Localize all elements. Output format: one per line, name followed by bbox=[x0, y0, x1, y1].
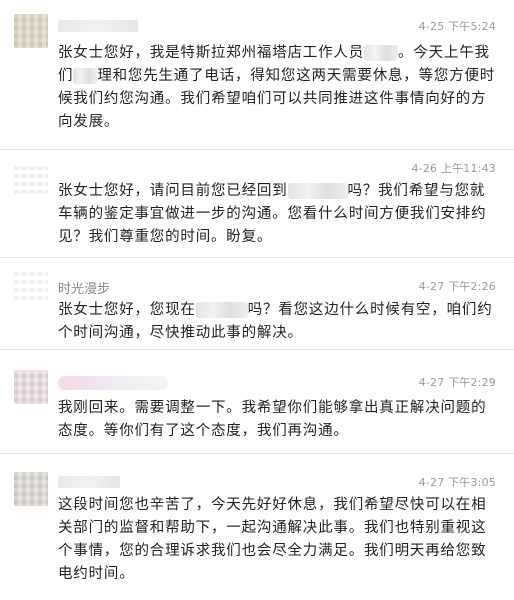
sender-name-redacted bbox=[58, 376, 168, 390]
message-item: 4-25 下午5:24 张女士您好，我是特斯拉郑州福塔店工作人员 。今天上午我们理… bbox=[0, 0, 514, 150]
message-text: 张女士您好，我是特斯拉郑州福塔店工作人员 。今天上午我们 理和您先生通了电话，得知您… bbox=[58, 45, 496, 130]
message-timestamp: 4-27 下午2:29 bbox=[418, 376, 496, 389]
sender-name-redacted bbox=[58, 20, 138, 32]
redacted-text bbox=[73, 68, 98, 84]
sender-name[interactable]: 时光漫步 bbox=[58, 278, 110, 297]
message-item: 4-27 下午2:29 我刚回来。需要调整一下。我希望你们能够拿出真正解决问题的… bbox=[0, 350, 514, 454]
redacted-text bbox=[287, 183, 348, 199]
avatar[interactable] bbox=[14, 14, 48, 48]
message-text: 我刚回来。需要调整一下。我希望你们能够拿出真正解决问题的态度。等你们有了这个态度… bbox=[58, 400, 487, 439]
message-text: 张女士您好，您现在 吗？看您这边什么时候有空，咱们约个时间沟通，尽快推动此事的解决… bbox=[58, 302, 493, 341]
avatar[interactable] bbox=[14, 370, 48, 404]
message-timestamp: 4-27 下午3:05 bbox=[418, 476, 496, 489]
message-text: 张女士您好，请问目前您已经回到 吗？我们希望与您就车辆的鉴定事宜做进一步的沟通。您… bbox=[58, 183, 487, 245]
message-timestamp: 4-27 下午2:26 bbox=[418, 280, 496, 293]
message-thread: 4-25 下午5:24 张女士您好，我是特斯拉郑州福塔店工作人员 。今天上午我们理… bbox=[0, 0, 514, 600]
avatar[interactable] bbox=[14, 472, 48, 506]
message-item: 4-26 上午11:43 张女士您好，请问目前您已经回到 吗？我们希望与您就车辆的… bbox=[0, 150, 514, 258]
redacted-text bbox=[195, 302, 248, 318]
message-item: 4-27 下午3:05 这段时间您也辛苦了，今天先好好休息，我们希望尽快可以在相… bbox=[0, 454, 514, 600]
message-timestamp: 4-25 下午5:24 bbox=[418, 20, 496, 33]
avatar[interactable] bbox=[14, 268, 48, 302]
avatar[interactable] bbox=[14, 162, 48, 196]
message-timestamp: 4-26 上午11:43 bbox=[411, 162, 496, 175]
sender-name-redacted bbox=[58, 476, 120, 488]
message-item: 时光漫步 4-27 下午2:26 张女士您好，您现在 吗？看您这边什么时候有空，咱… bbox=[0, 258, 514, 350]
message-text: 这段时间您也辛苦了，今天先好好休息，我们希望尽快可以在相关部门的监督和帮助下，一… bbox=[58, 497, 487, 582]
redacted-text bbox=[364, 45, 398, 61]
